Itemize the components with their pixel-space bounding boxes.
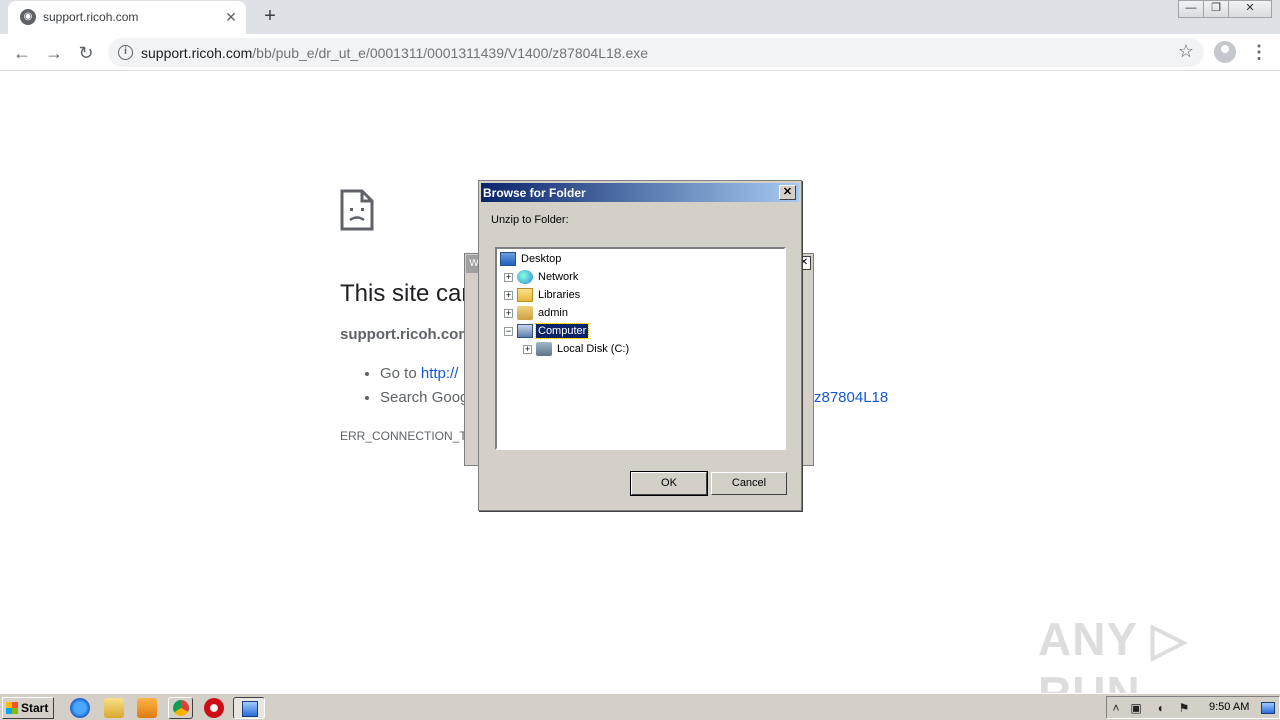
system-tray: ˄ ▣ ◖ ⚑ 9:50 AM: [1106, 696, 1280, 719]
dialog-prompt: Unzip to Folder:: [491, 214, 569, 226]
info-icon[interactable]: i: [118, 45, 133, 60]
suggestion-go-to: Go to http://: [380, 364, 468, 388]
computer-icon: [517, 324, 533, 338]
tree-item-network[interactable]: + Network: [504, 269, 580, 285]
tree-item-local-disk[interactable]: + Local Disk (C:): [523, 341, 631, 357]
chrome-icon[interactable]: [168, 697, 193, 719]
collapse-icon[interactable]: −: [504, 326, 513, 336]
tree-item-label: Desktop: [521, 253, 562, 265]
local-disk-icon: [536, 342, 552, 356]
flag-icon[interactable]: ⚑: [1177, 701, 1191, 715]
tree-item-label: Network: [538, 271, 579, 283]
globe-icon: ◉: [20, 9, 36, 25]
start-label: Start: [21, 701, 49, 715]
suggestion-link[interactable]: http://: [421, 365, 459, 382]
expand-icon[interactable]: +: [523, 344, 532, 354]
dialog-title: Browse for Folder: [483, 186, 586, 200]
tab-close-button[interactable]: ✕: [222, 8, 240, 26]
suggestion-prefix: Go to: [380, 365, 421, 382]
tree-item-label: Libraries: [538, 289, 581, 301]
volume-icon[interactable]: ◖: [1153, 701, 1167, 715]
suggestion-search: Search Goog: [380, 388, 468, 412]
tree-item-computer[interactable]: − Computer: [504, 323, 590, 339]
clock[interactable]: 9:50 AM: [1209, 701, 1249, 713]
folder-tree[interactable]: Desktop + Network + Libraries + admin − …: [495, 247, 786, 450]
active-app-icon[interactable]: [233, 697, 265, 719]
error-suggestions: Go to http:// Search Goog: [362, 364, 468, 412]
dialog-titlebar[interactable]: Browse for Folder ✕: [481, 183, 799, 202]
desktop-icon: [500, 252, 516, 266]
url-path: /bb/pub_e/dr_ut_e/0001311/0001311439/V14…: [252, 45, 649, 61]
tab-support-ricoh[interactable]: ◉ support.ricoh.com ✕: [8, 1, 246, 34]
tree-item-desktop[interactable]: Desktop: [500, 251, 563, 267]
error-host: support.ricoh.com: [340, 326, 472, 343]
show-desktop-icon[interactable]: [1261, 702, 1275, 714]
tree-item-label-selected: Computer: [534, 323, 590, 339]
new-tab-button[interactable]: +: [259, 5, 281, 27]
taskbar: Start ˄ ▣ ◖ ⚑ 9:50 AM: [0, 693, 1280, 720]
windows-logo-icon: [6, 702, 18, 714]
back-arrow-icon[interactable]: ←: [9, 40, 35, 66]
suggestion-search-link[interactable]: z87804L18: [814, 389, 888, 406]
media-player-icon[interactable]: [137, 698, 157, 718]
ok-button[interactable]: OK: [630, 471, 708, 496]
window-close-button[interactable]: ✕: [1228, 0, 1272, 18]
tree-item-libraries[interactable]: + Libraries: [504, 287, 582, 303]
url-text: support.ricoh.com/bb/pub_e/dr_ut_e/00013…: [141, 45, 648, 61]
opera-icon[interactable]: [204, 698, 224, 718]
address-bar[interactable]: i support.ricoh.com/bb/pub_e/dr_ut_e/000…: [108, 38, 1204, 67]
expand-icon[interactable]: +: [504, 290, 513, 300]
window-controls: — ❐ ✕: [1178, 0, 1272, 18]
error-code: ERR_CONNECTION_TIM: [340, 429, 481, 443]
tree-item-label: admin: [538, 307, 568, 319]
expand-icon[interactable]: +: [504, 308, 513, 318]
restore-button[interactable]: ❐: [1203, 0, 1229, 18]
start-button[interactable]: Start: [2, 697, 54, 719]
tab-title: support.ricoh.com: [43, 10, 139, 24]
chevron-up-icon[interactable]: ˄: [1109, 701, 1123, 715]
sad-page-icon: [340, 189, 374, 231]
profile-avatar-icon[interactable]: [1214, 41, 1236, 63]
browser-toolbar: ← → ↻ i support.ricoh.com/bb/pub_e/dr_ut…: [0, 34, 1280, 71]
reload-icon[interactable]: ↻: [73, 40, 99, 66]
internet-explorer-icon[interactable]: [70, 698, 90, 718]
cancel-button[interactable]: Cancel: [711, 472, 787, 495]
forward-arrow-icon[interactable]: →: [41, 40, 67, 66]
tree-item-admin[interactable]: + admin: [504, 305, 570, 321]
kebab-menu-icon[interactable]: ⋮: [1250, 41, 1268, 63]
network-icon: [517, 270, 533, 284]
libraries-icon: [517, 288, 533, 302]
bookmark-star-icon[interactable]: ☆: [1178, 41, 1194, 62]
expand-icon[interactable]: +: [504, 272, 513, 282]
minimize-button[interactable]: —: [1178, 0, 1204, 18]
network-tray-icon[interactable]: ▣: [1129, 701, 1143, 715]
file-explorer-icon[interactable]: [104, 698, 124, 718]
dialog-close-button[interactable]: ✕: [779, 185, 796, 200]
user-folder-icon: [517, 306, 533, 320]
browse-for-folder-dialog: Browse for Folder ✕ Unzip to Folder: Des…: [478, 180, 802, 511]
error-title: This site car: [340, 280, 470, 307]
tree-item-label: Local Disk (C:): [557, 343, 630, 355]
url-host: support.ricoh.com: [141, 45, 253, 61]
tab-strip: ◉ support.ricoh.com ✕ + — ❐ ✕: [0, 0, 1280, 34]
